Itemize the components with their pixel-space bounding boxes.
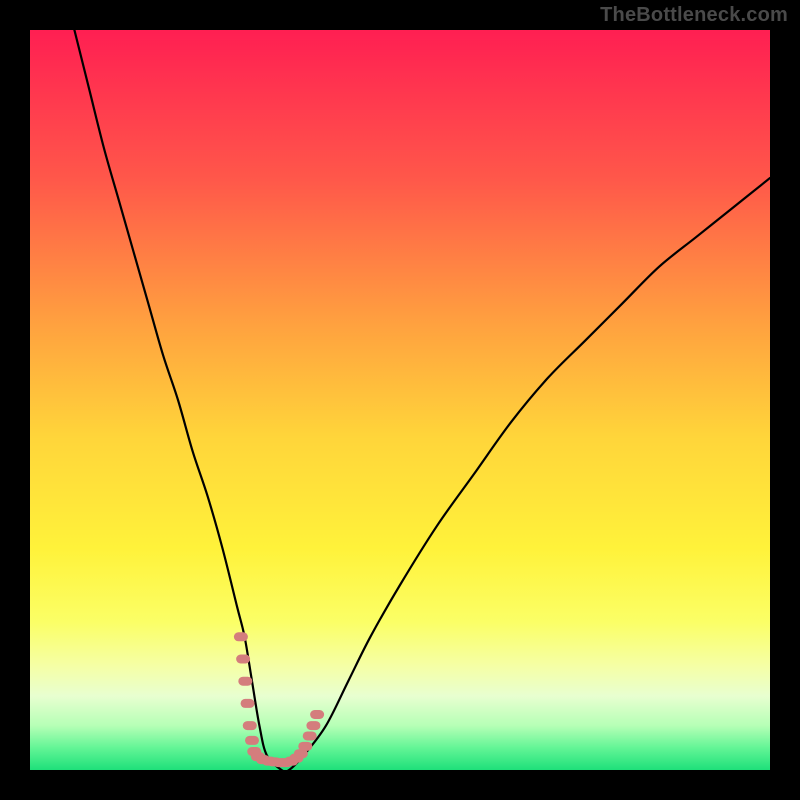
scatter-point — [303, 731, 317, 740]
scatter-point — [298, 742, 312, 751]
scatter-point — [238, 677, 252, 686]
scatter-layer — [30, 30, 770, 770]
scatter-group — [234, 632, 324, 767]
scatter-point — [236, 655, 250, 664]
chart-frame: TheBottleneck.com — [0, 0, 800, 800]
scatter-point — [234, 632, 248, 641]
scatter-point — [306, 721, 320, 730]
scatter-point — [243, 721, 257, 730]
plot-area — [30, 30, 770, 770]
scatter-point — [245, 736, 259, 745]
scatter-point — [241, 699, 255, 708]
scatter-point — [310, 710, 324, 719]
watermark-text: TheBottleneck.com — [600, 4, 788, 27]
